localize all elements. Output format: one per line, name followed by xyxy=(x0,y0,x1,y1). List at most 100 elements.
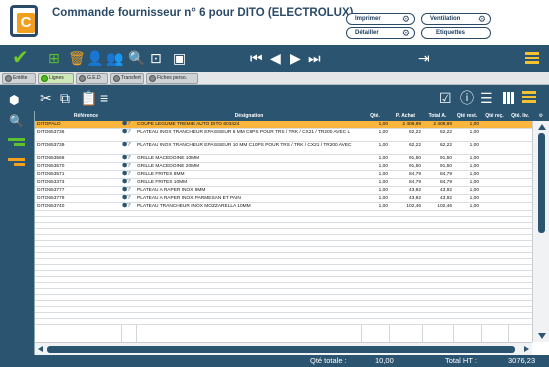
first-record-icon[interactable]: ⏮ xyxy=(250,50,263,66)
trash-icon[interactable]: 🗑 xyxy=(68,50,86,66)
lines-toolbar: ✂ ⧉ 📋 ≡ ☑ ⓘ ☰ xyxy=(34,85,549,111)
column-header-qte-rec[interactable]: Qté reç. xyxy=(481,111,508,121)
qte-cell: 1,00 xyxy=(378,164,388,169)
validate-check-icon[interactable]: ✔ xyxy=(12,48,29,68)
total-ht-label: Total HT : xyxy=(445,356,477,365)
article-info-icon[interactable]: ⬢? xyxy=(122,179,136,186)
column-header-qte[interactable]: Qté. xyxy=(361,111,389,121)
search-icon[interactable]: 🔍 xyxy=(9,115,24,127)
table-row[interactable]: ⬢? DITO653779 PLATEAU A RAPER INOX PARMESA… xyxy=(35,195,532,203)
text-align-icon[interactable]: ≡ xyxy=(100,90,108,106)
detail-button[interactable]: Détailler ⚙ xyxy=(346,27,415,39)
article-info-icon[interactable]: ⬢? xyxy=(122,142,136,154)
remove-line-arrow-icon xyxy=(14,163,25,166)
scroll-up-icon[interactable] xyxy=(538,124,546,130)
scroll-left-icon[interactable] xyxy=(38,346,43,352)
table-row[interactable]: ⬢? DITO653373 GRILLE FRITES 10MM 1,00 84,79 8… xyxy=(35,179,532,187)
preview-icon[interactable]: ▣ xyxy=(173,50,186,66)
scroll-right-icon[interactable] xyxy=(524,346,529,352)
labels-button[interactable]: Etiquettes xyxy=(421,27,491,39)
search-icon[interactable]: 🔍 xyxy=(128,50,145,66)
column-header-qte-rest[interactable]: Qté rest. xyxy=(453,111,481,121)
prix-achat-cell: 84,79 xyxy=(408,172,421,177)
tab-ged[interactable]: G.E.D xyxy=(76,73,108,84)
article-info-icon[interactable]: ⬢? xyxy=(122,163,136,170)
tab-label: Entête xyxy=(13,75,28,81)
article-info-icon[interactable]: ⬢? xyxy=(122,195,136,202)
table-row[interactable]: ⬢? DITO653777 PLATEAU A RAPER INOX 9MM 1,00… xyxy=(35,187,532,195)
copy-icon[interactable]: ⧉ xyxy=(60,90,70,106)
ventilation-button[interactable]: Ventilation ⚙ xyxy=(421,13,491,25)
total-cell: 2 408,89 xyxy=(433,122,452,127)
reference-cell: DITO653568 xyxy=(37,156,65,161)
user-search-icon[interactable]: 👥 xyxy=(106,50,123,66)
logo-letter: C xyxy=(17,13,35,33)
tab-fiches-perso[interactable]: Fiches perso. xyxy=(146,73,198,84)
article-info-icon[interactable]: ⬢? xyxy=(122,155,136,162)
qte-rest-cell: 1,00 xyxy=(469,188,479,193)
total-cell: 84,79 xyxy=(439,180,452,185)
table-row[interactable]: ⬢? DITO653570 GRILLE MACEDOINE 20MM 1,00 91,… xyxy=(35,163,532,171)
columns-view-icon[interactable] xyxy=(503,92,515,104)
reference-cell: DITO653570 xyxy=(37,164,65,169)
article-info-icon[interactable]: ⬢? xyxy=(122,203,136,210)
transfer-document-icon[interactable]: ⇥ xyxy=(418,50,430,66)
article-info-icon[interactable]: ⬢? xyxy=(122,129,136,141)
column-settings-icon[interactable]: ⚙ xyxy=(532,111,549,121)
tab-entete[interactable]: Entête xyxy=(2,73,36,84)
total-cell: 91,50 xyxy=(439,164,452,169)
qte-cell: 1,00 xyxy=(378,143,388,148)
empty-table-row xyxy=(35,319,532,325)
menu-icon[interactable] xyxy=(525,52,539,64)
box-icon[interactable]: ⬢ xyxy=(9,94,19,106)
gear-icon: ⚙ xyxy=(477,14,486,24)
zoom-document-icon[interactable]: ⊡ xyxy=(150,50,162,66)
total-ht-value: 3076,23 xyxy=(508,356,536,365)
scroll-thumb[interactable] xyxy=(47,346,515,353)
checklist-icon[interactable]: ☑ xyxy=(439,90,452,106)
reference-cell: DITO653779 xyxy=(37,196,65,201)
scroll-thumb[interactable] xyxy=(538,133,545,233)
info-icon[interactable]: ⓘ xyxy=(460,90,474,106)
column-header-reference[interactable]: Référence xyxy=(35,111,137,121)
article-info-icon[interactable]: ⬢? xyxy=(122,171,136,178)
table-row[interactable]: ⬢? DITOPALD COUPE LEGUME TREMIE AUTO DITO … xyxy=(35,121,532,129)
designation-cell: PLATEAU INOX TRANCHEUR EPAISSEUR 10 MM C… xyxy=(137,143,352,148)
print-button[interactable]: Imprimer ⚙ xyxy=(346,13,415,25)
qte-cell: 1,00 xyxy=(378,172,388,177)
article-info-icon[interactable]: ⬢? xyxy=(122,187,136,194)
qte-rest-cell: 1,00 xyxy=(469,130,479,135)
reference-cell: DITO653736 xyxy=(37,130,65,135)
user-icon[interactable]: 👤 xyxy=(86,50,103,66)
table-row[interactable]: ⬢? DITO653571 GRILLE FRITES 8MM 1,00 84,79 84… xyxy=(35,171,532,179)
table-row[interactable]: ⬢? DITO653739 PLATEAU INOX TRANCHEUR EPAIS… xyxy=(35,142,532,155)
scroll-down-icon[interactable] xyxy=(538,333,546,339)
add-line-arrow-icon xyxy=(14,143,25,146)
table-row[interactable]: ⬢? DITO653740 PLATEAU TRANCHEUR INOX MOZZA… xyxy=(35,203,532,211)
last-record-icon[interactable]: ⏭ xyxy=(308,50,321,66)
cut-icon[interactable]: ✂ xyxy=(40,90,52,106)
ventilation-button-label: Ventilation xyxy=(430,16,461,22)
paste-icon[interactable]: 📋 xyxy=(80,90,97,106)
list-view-icon[interactable]: ☰ xyxy=(480,90,493,106)
column-header-qte-liv[interactable]: Qté. liv. xyxy=(508,111,532,121)
column-header-designation[interactable]: Désignation xyxy=(137,111,361,121)
column-header-prix-achat[interactable]: P. Achat xyxy=(389,111,422,121)
tab-lignes[interactable]: Lignes xyxy=(38,73,74,84)
qte-cell: 1,00 xyxy=(378,188,388,193)
remove-line-icon[interactable] xyxy=(8,158,25,161)
table-row[interactable]: ⬢? DITO653736 PLATEAU INOX TRANCHEUR EPAIS… xyxy=(35,129,532,142)
horizontal-scrollbar[interactable] xyxy=(35,342,532,355)
total-cell: 62,22 xyxy=(439,130,452,135)
table-row[interactable]: ⬢? DITO653568 GRILLE MACEDOINE 10MM 1,00 91,… xyxy=(35,155,532,163)
add-line-icon[interactable] xyxy=(8,138,25,141)
vertical-scrollbar[interactable] xyxy=(532,121,549,342)
article-info-icon[interactable]: ⬢? xyxy=(122,121,136,128)
add-document-icon[interactable]: ⊞ xyxy=(48,50,60,66)
lines-menu-icon[interactable] xyxy=(522,91,536,104)
column-header-total[interactable]: Total A. xyxy=(422,111,453,121)
totals-bar: Qté totale : 10,00 Total HT : 3076,23 xyxy=(34,355,549,367)
previous-record-icon[interactable]: ◀ xyxy=(270,50,281,66)
next-record-icon[interactable]: ▶ xyxy=(290,50,301,66)
tab-transfert[interactable]: Transfert xyxy=(110,73,144,84)
